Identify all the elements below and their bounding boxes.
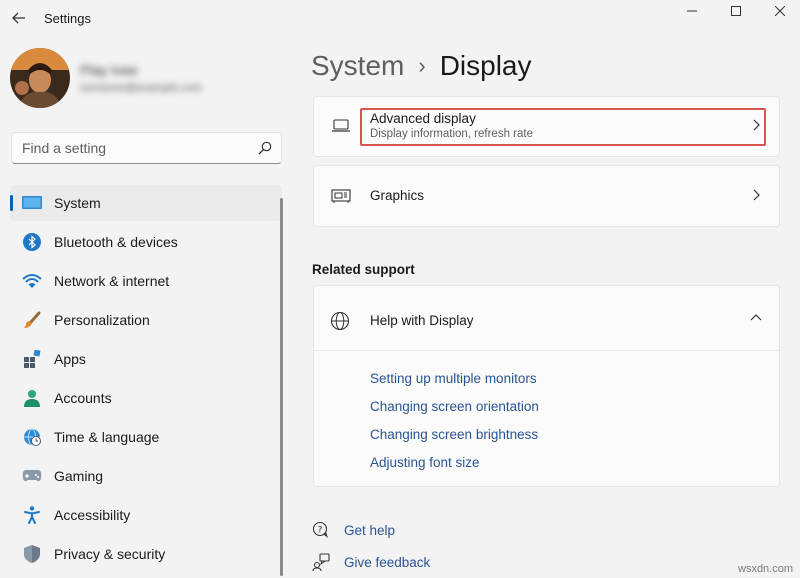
sidebar-nav: System Bluetooth & devices Network & int… — [10, 185, 282, 575]
sidebar-item-gaming[interactable]: Gaming — [10, 458, 282, 494]
sidebar-item-label: Accounts — [54, 390, 112, 406]
sidebar-item-personalization[interactable]: Personalization — [10, 302, 282, 338]
help-link[interactable]: Changing screen brightness — [370, 427, 538, 442]
get-help-icon: ? — [312, 521, 328, 538]
system-icon — [22, 193, 42, 213]
svg-text:?: ? — [318, 526, 323, 536]
title-bar: Settings — [0, 0, 800, 36]
accessibility-icon — [22, 505, 42, 525]
help-with-display-title[interactable]: Help with Display — [370, 313, 474, 328]
sidebar-item-label: Network & internet — [54, 273, 170, 289]
chevron-right-icon — [753, 189, 760, 201]
help-link[interactable]: Setting up multiple monitors — [370, 371, 537, 386]
sidebar-item-label: Privacy & security — [54, 546, 166, 562]
sidebar-item-label: System — [54, 195, 101, 211]
maximize-icon — [731, 6, 741, 16]
sidebar-item-network[interactable]: Network & internet — [10, 263, 282, 299]
sidebar-item-label: Personalization — [54, 312, 150, 328]
close-icon — [775, 6, 785, 16]
sidebar-item-label: Gaming — [54, 468, 104, 484]
minimize-button[interactable] — [670, 0, 714, 22]
globe-icon — [329, 310, 351, 332]
sidebar-scrollbar[interactable] — [280, 198, 283, 576]
avatar-image — [10, 48, 70, 108]
sidebar-item-label: Apps — [54, 351, 86, 367]
give-feedback-link[interactable]: Give feedback — [344, 555, 430, 570]
search-box[interactable] — [11, 132, 282, 164]
advanced-display-highlight[interactable] — [360, 108, 766, 146]
laptop-icon — [330, 117, 352, 135]
apps-icon — [22, 349, 42, 369]
gamepad-icon — [22, 466, 42, 486]
bluetooth-icon — [22, 232, 42, 252]
shield-icon — [22, 544, 42, 564]
chevron-up-icon[interactable] — [750, 312, 762, 324]
sidebar-item-accessibility[interactable]: Accessibility — [10, 497, 282, 533]
watermark: wsxdn.com — [738, 563, 794, 575]
sidebar-item-bluetooth[interactable]: Bluetooth & devices — [10, 224, 282, 260]
app-title: Settings — [44, 11, 91, 26]
sidebar-item-accounts[interactable]: Accounts — [10, 380, 282, 416]
sidebar-item-time-language[interactable]: Time & language — [10, 419, 282, 455]
close-button[interactable] — [758, 0, 800, 22]
breadcrumb: System › Display — [311, 50, 532, 82]
accounts-icon — [22, 388, 42, 408]
help-link[interactable]: Adjusting font size — [370, 455, 480, 470]
globe-clock-icon — [22, 427, 42, 447]
graphics-card-icon — [330, 187, 352, 205]
help-link[interactable]: Changing screen orientation — [370, 399, 539, 414]
get-help-link[interactable]: Get help — [344, 523, 395, 538]
wifi-icon — [22, 271, 42, 291]
sidebar-item-apps[interactable]: Apps — [10, 341, 282, 377]
back-button[interactable] — [8, 7, 30, 29]
user-name: Play Ivee — [80, 62, 138, 78]
back-arrow-icon — [12, 12, 25, 24]
feedback-icon — [312, 553, 330, 571]
user-email: someone@example.com — [80, 82, 202, 94]
brush-icon — [22, 310, 42, 330]
graphics-title: Graphics — [370, 188, 425, 203]
avatar[interactable] — [10, 48, 70, 108]
search-input[interactable] — [12, 133, 252, 163]
sidebar-item-label: Bluetooth & devices — [54, 234, 178, 250]
sidebar-item-label: Accessibility — [54, 507, 131, 523]
page-title: Display — [439, 50, 532, 81]
minimize-icon — [687, 10, 697, 12]
sidebar-item-label: Time & language — [54, 429, 160, 445]
related-support-heading: Related support — [312, 262, 415, 277]
sidebar-item-system[interactable]: System — [10, 185, 282, 221]
sidebar-item-privacy-security[interactable]: Privacy & security — [10, 536, 282, 572]
maximize-button[interactable] — [714, 0, 758, 22]
breadcrumb-parent[interactable]: System — [311, 50, 404, 82]
search-icon[interactable] — [258, 141, 272, 155]
breadcrumb-separator: › — [418, 53, 426, 78]
help-divider — [313, 350, 780, 351]
